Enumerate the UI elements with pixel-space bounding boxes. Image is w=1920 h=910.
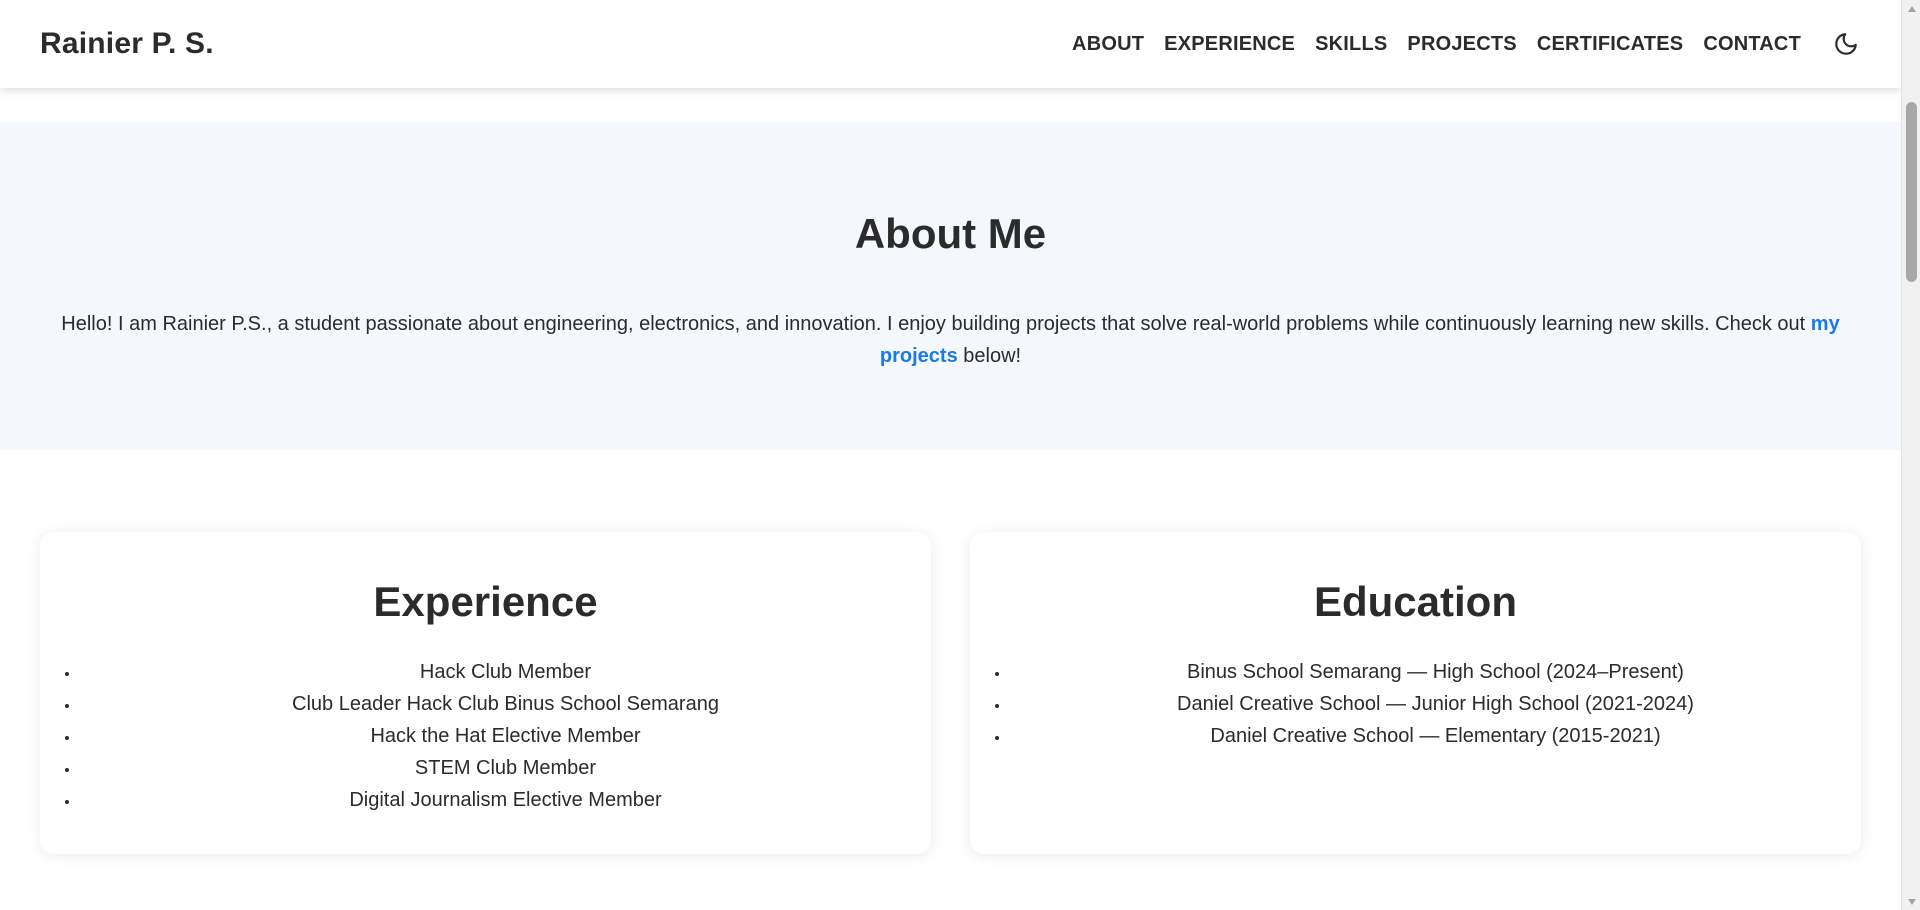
theme-toggle-button[interactable] <box>1831 29 1861 59</box>
experience-card: Experience Hack Club Member Club Leader … <box>40 532 931 854</box>
nav-contact[interactable]: CONTACT <box>1703 33 1801 56</box>
about-title: About Me <box>854 210 1047 257</box>
education-item: Daniel Creative School — Elementary (201… <box>1010 720 1861 752</box>
scrollbar-thumb[interactable] <box>1906 102 1917 282</box>
education-card: Education Binus School Semarang — High S… <box>970 532 1861 854</box>
about-section: About Me Hello! I am Rainier P.S., a stu… <box>0 122 1901 450</box>
nav-experience[interactable]: EXPERIENCE <box>1164 33 1295 56</box>
nav-projects[interactable]: PROJECTS <box>1407 33 1516 56</box>
experience-item: Club Leader Hack Club Binus School Semar… <box>80 688 931 720</box>
about-text-after: below! <box>957 345 1022 367</box>
moon-icon <box>1835 33 1857 55</box>
experience-title: Experience <box>373 578 598 625</box>
brand-name[interactable]: Rainier P. S. <box>40 27 214 61</box>
experience-item: Hack Club Member <box>80 656 931 688</box>
vertical-scrollbar[interactable] <box>1901 0 1920 910</box>
site-header: Rainier P. S. ABOUT EXPERIENCE SKILLS PR… <box>0 0 1901 88</box>
education-title: Education <box>1313 578 1517 625</box>
page: Rainier P. S. ABOUT EXPERIENCE SKILLS PR… <box>0 0 1901 910</box>
experience-item: Digital Journalism Elective Member <box>80 784 931 816</box>
experience-item: STEM Club Member <box>80 752 931 784</box>
scroll-down-arrow-icon[interactable] <box>1902 893 1920 910</box>
nav-skills[interactable]: SKILLS <box>1315 33 1387 56</box>
education-item: Daniel Creative School — Junior High Sch… <box>1010 688 1861 720</box>
nav-about[interactable]: ABOUT <box>1072 33 1144 56</box>
about-text-before: Hello! I am Rainier P.S., a student pass… <box>61 313 1811 335</box>
scroll-up-arrow-icon[interactable] <box>1902 0 1920 17</box>
main-nav: ABOUT EXPERIENCE SKILLS PROJECTS CERTIFI… <box>1072 29 1861 59</box>
education-list: Binus School Semarang — High School (202… <box>1010 656 1861 752</box>
education-item: Binus School Semarang — High School (202… <box>1010 656 1861 688</box>
experience-list: Hack Club Member Club Leader Hack Club B… <box>80 656 931 816</box>
nav-certificates[interactable]: CERTIFICATES <box>1537 33 1683 56</box>
about-text: Hello! I am Rainier P.S., a student pass… <box>50 308 1851 372</box>
experience-item: Hack the Hat Elective Member <box>80 720 931 752</box>
